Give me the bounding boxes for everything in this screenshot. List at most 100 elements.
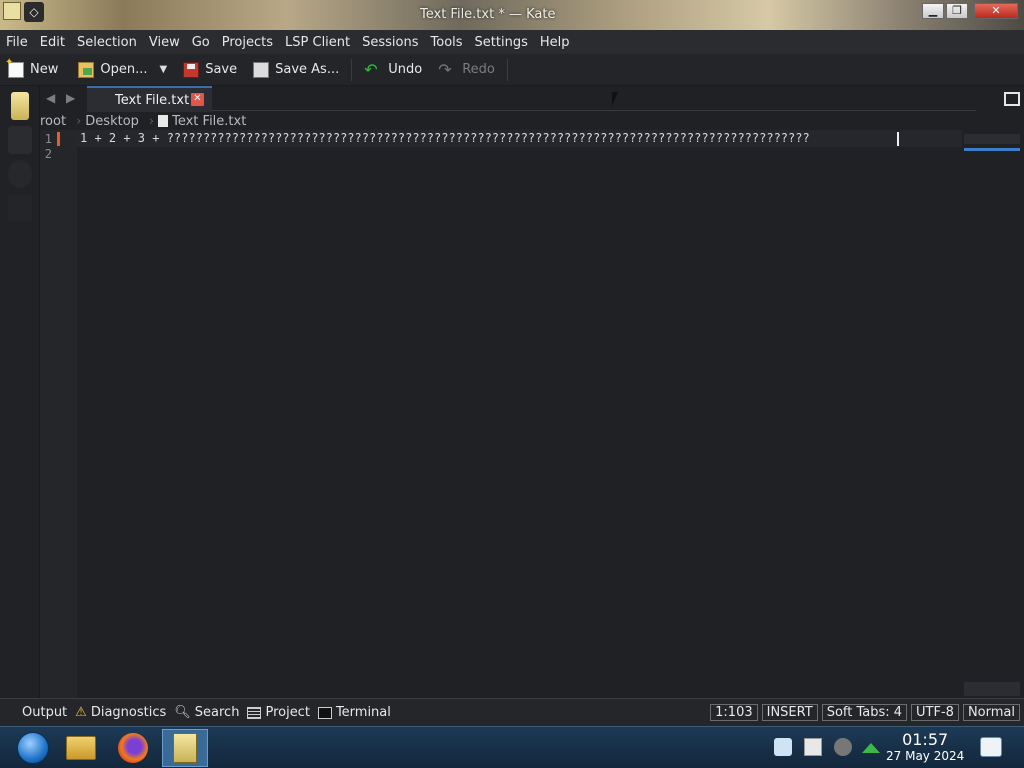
minimap[interactable] bbox=[962, 130, 1022, 698]
network-tray-icon[interactable] bbox=[834, 738, 852, 756]
warning-icon: ⚠ bbox=[75, 705, 87, 720]
menu-file[interactable]: File bbox=[6, 35, 28, 50]
update-tray-icon[interactable] bbox=[862, 743, 880, 753]
text-cursor bbox=[897, 132, 899, 146]
output-tab[interactable]: Output bbox=[22, 705, 67, 720]
cursor-position[interactable]: 1:103 bbox=[710, 704, 758, 721]
kate-app-icon[interactable] bbox=[3, 2, 21, 20]
menu-tools[interactable]: Tools bbox=[431, 35, 463, 50]
open-dropdown-icon[interactable]: ▼ bbox=[159, 64, 167, 75]
forward-nav-icon[interactable]: ▶ bbox=[66, 91, 75, 105]
minimap-cursor bbox=[964, 148, 1020, 151]
close-button[interactable]: ✕ bbox=[974, 3, 1018, 19]
save-as-icon bbox=[253, 61, 270, 78]
save-as-button[interactable]: Save As... bbox=[245, 56, 347, 84]
line-number: 1 bbox=[44, 132, 52, 146]
main-toolbar: New Open... ▼ Save Save As... ↶ Undo ↷ R… bbox=[0, 54, 1024, 86]
menu-edit[interactable]: Edit bbox=[40, 35, 65, 50]
kate-icon bbox=[173, 733, 197, 763]
new-document-icon bbox=[5, 57, 24, 78]
project-label: Project bbox=[265, 705, 310, 720]
open-folder-icon bbox=[78, 61, 95, 78]
start-menu-icon bbox=[17, 732, 49, 764]
code-line[interactable]: 1 + 2 + 3 + ????????????????????????????… bbox=[80, 131, 810, 147]
git-panel-icon[interactable] bbox=[7, 194, 32, 222]
firefox-icon bbox=[118, 733, 148, 763]
taskbar-kate[interactable] bbox=[162, 729, 208, 767]
output-label: Output bbox=[22, 705, 68, 720]
project-tab[interactable]: Project bbox=[247, 705, 310, 720]
new-button[interactable]: New bbox=[0, 56, 66, 84]
input-mode[interactable]: Normal bbox=[962, 704, 1020, 721]
notifications-icon[interactable] bbox=[980, 737, 1002, 757]
edit-mode[interactable]: INSERT bbox=[761, 704, 818, 721]
left-sidebar bbox=[0, 86, 40, 698]
open-label: Open... bbox=[100, 62, 148, 77]
indentation-setting[interactable]: Soft Tabs: 4 bbox=[821, 704, 908, 721]
folder-icon bbox=[66, 736, 96, 760]
breadcrumb-root[interactable]: root bbox=[40, 114, 66, 129]
search-icon: 🔍︎ bbox=[174, 705, 191, 720]
editor-area[interactable]: 1 2 1 + 2 + 3 + ????????????????????????… bbox=[40, 130, 1024, 698]
line-number-gutter[interactable]: 1 2 bbox=[40, 130, 77, 698]
projects-panel-icon[interactable] bbox=[7, 126, 32, 154]
menu-settings[interactable]: Settings bbox=[475, 35, 528, 50]
menu-sessions[interactable]: Sessions bbox=[362, 35, 418, 50]
taskbar-clock[interactable]: 01:57 27 May 2024 bbox=[886, 730, 965, 764]
breadcrumb-separator: › bbox=[76, 113, 82, 129]
tab-bar-line bbox=[212, 110, 976, 111]
taskbar-file-manager[interactable] bbox=[58, 729, 104, 767]
minimap-line bbox=[964, 134, 1020, 144]
save-button[interactable]: Save bbox=[175, 56, 245, 84]
maximize-button[interactable]: ❐ bbox=[946, 3, 968, 19]
menu-view[interactable]: View bbox=[149, 35, 180, 50]
menu-bar: File Edit Selection View Go Projects LSP… bbox=[0, 30, 1024, 54]
search-label: Search bbox=[194, 705, 240, 720]
device-tray-icon[interactable] bbox=[804, 738, 822, 756]
breadcrumb-desktop[interactable]: Desktop bbox=[85, 114, 139, 129]
filesystem-panel-icon[interactable] bbox=[7, 160, 32, 188]
documents-panel-icon[interactable] bbox=[10, 92, 29, 120]
menu-go[interactable]: Go bbox=[192, 35, 210, 50]
clipboard-tray-icon[interactable] bbox=[774, 738, 792, 756]
diagnostics-label: Diagnostics bbox=[90, 705, 167, 720]
start-button[interactable] bbox=[10, 729, 56, 767]
encoding-setting[interactable]: UTF-8 bbox=[911, 704, 959, 721]
project-icon bbox=[247, 706, 262, 719]
back-nav-icon[interactable]: ◀ bbox=[46, 91, 55, 105]
taskbar: 01:57 27 May 2024 bbox=[0, 726, 1024, 768]
breadcrumb-separator: › bbox=[148, 113, 155, 129]
redo-label: Redo bbox=[462, 62, 495, 77]
terminal-icon bbox=[317, 706, 332, 719]
minimap-scroll-handle[interactable] bbox=[964, 682, 1020, 696]
status-bar: 1:103 INSERT Soft Tabs: 4 UTF-8 Normal bbox=[706, 704, 1020, 721]
menu-help[interactable]: Help bbox=[540, 35, 570, 50]
undo-button[interactable]: ↶ Undo bbox=[356, 56, 430, 84]
clock-date: 27 May 2024 bbox=[886, 749, 965, 763]
window-title: Text File.txt * — Kate bbox=[420, 7, 556, 22]
new-label: New bbox=[30, 62, 59, 77]
open-button[interactable]: Open... ▼ bbox=[70, 56, 175, 84]
window-titlebar[interactable]: ◇ Text File.txt * — Kate ▁ ❐ ✕ bbox=[0, 0, 1024, 30]
menu-lsp-client[interactable]: LSP Client bbox=[285, 35, 350, 50]
tab-close-icon[interactable]: ✕ bbox=[191, 93, 204, 106]
split-view-icon[interactable] bbox=[1004, 92, 1020, 106]
save-icon bbox=[183, 61, 200, 78]
breadcrumb-file[interactable]: Text File.txt bbox=[172, 114, 246, 129]
tab-label: Text File.txt bbox=[115, 92, 190, 108]
redo-button[interactable]: ↷ Redo bbox=[430, 56, 503, 84]
menu-selection[interactable]: Selection bbox=[77, 35, 137, 50]
menu-projects[interactable]: Projects bbox=[222, 35, 273, 50]
taskbar-firefox[interactable] bbox=[110, 729, 156, 767]
tab-text-file[interactable]: Text File.txt ✕ bbox=[87, 86, 212, 112]
tab-bar: ◀ ▶ Text File.txt ✕ bbox=[40, 86, 1024, 112]
save-as-label: Save As... bbox=[275, 62, 340, 77]
search-tab[interactable]: 🔍︎ Search bbox=[174, 705, 239, 720]
diagnostics-tab[interactable]: ⚠ Diagnostics bbox=[75, 705, 166, 720]
window-menu-icon[interactable]: ◇ bbox=[24, 2, 44, 22]
terminal-tab[interactable]: Terminal bbox=[317, 705, 391, 720]
clock-time: 01:57 bbox=[902, 730, 949, 749]
modified-line-marker bbox=[57, 132, 60, 146]
redo-icon: ↷ bbox=[438, 59, 452, 79]
minimize-button[interactable]: ▁ bbox=[922, 3, 944, 19]
